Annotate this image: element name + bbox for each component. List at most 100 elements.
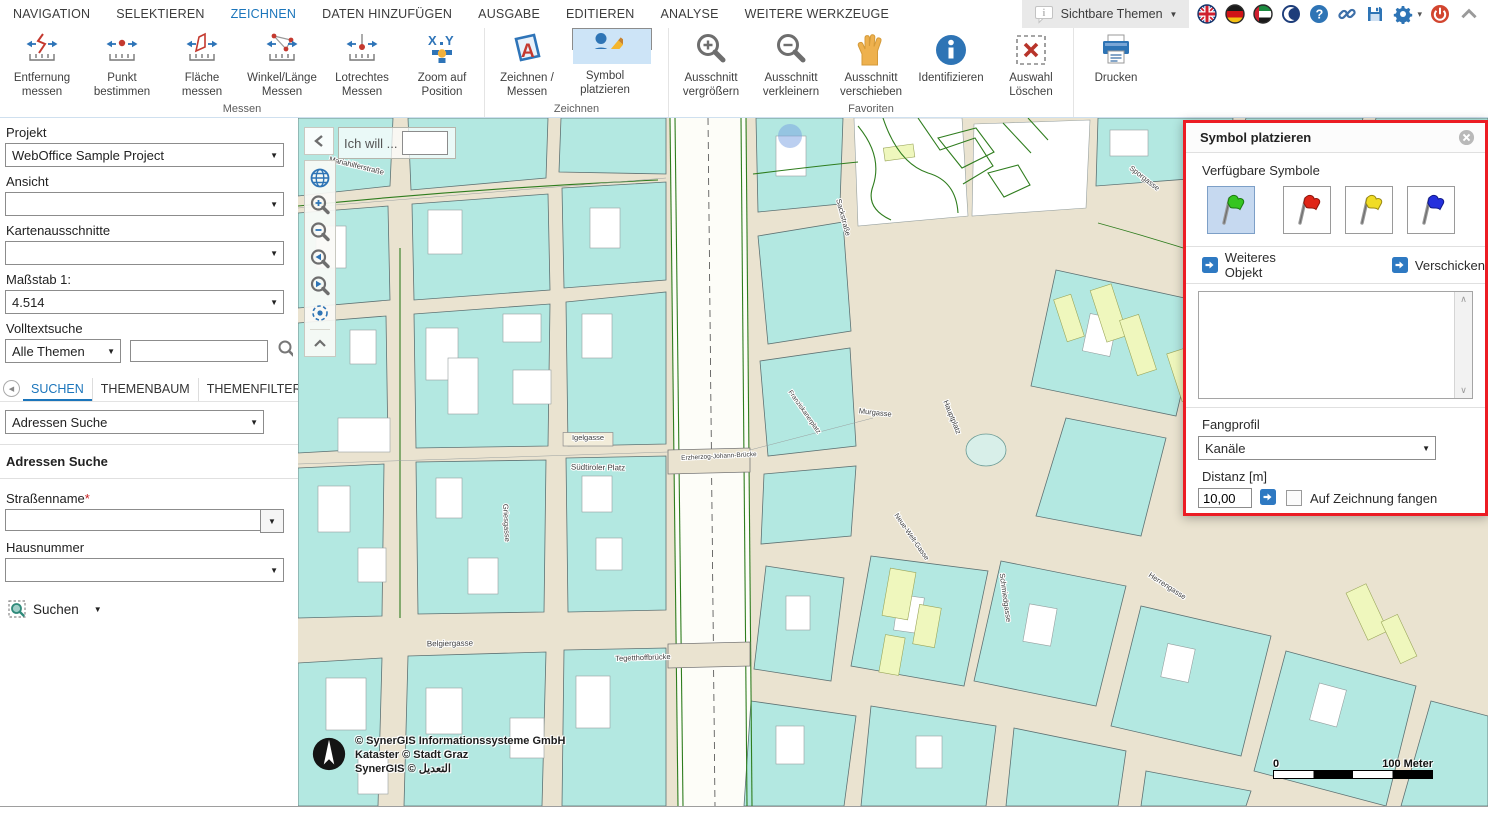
strassenname-label: Straßenname* — [6, 491, 298, 506]
tool-symbol-place[interactable]: Symbol platzieren — [572, 28, 652, 50]
tool-print-tool[interactable]: Drucken — [1076, 28, 1156, 102]
placed-symbols-list[interactable]: ∧∨ — [1198, 291, 1473, 399]
flag-blue-symbol-button[interactable] — [1407, 186, 1455, 234]
tool-label: Ausschnitt verschieben — [833, 71, 909, 100]
svg-text:i: i — [1042, 8, 1045, 19]
gear-icon[interactable] — [1393, 4, 1413, 24]
mzoom-in-icon — [309, 194, 331, 216]
tool-measure-distance[interactable]: Entfernung messen — [2, 28, 82, 102]
menu-item-editieren[interactable]: EDITIEREN — [553, 7, 647, 21]
menu-item-zeichnen[interactable]: ZEICHNEN — [218, 7, 310, 21]
ansicht-select[interactable]: ▼ — [5, 192, 284, 216]
tab-suchen[interactable]: SUCHEN — [23, 378, 93, 401]
projekt-label: Projekt — [6, 125, 298, 140]
tool-pan-tool[interactable]: Ausschnitt verschieben — [831, 28, 911, 102]
fangprofil-select[interactable]: Kanäle▼ — [1198, 436, 1436, 460]
panel-title: Symbol platzieren — [1200, 130, 1311, 145]
next-extent-button[interactable] — [307, 272, 333, 299]
tool-zoom-position[interactable]: XYZoom auf Position — [402, 28, 482, 102]
flag-uk-icon[interactable] — [1197, 4, 1217, 24]
menu-item-daten-hinzuf-gen[interactable]: DATEN HINZUFÜGEN — [309, 7, 465, 21]
flag-yellow-symbol-button[interactable] — [1345, 186, 1393, 234]
menu-item-analyse[interactable]: ANALYSE — [647, 7, 731, 21]
scrollbar[interactable]: ∧∨ — [1454, 292, 1472, 398]
chevron-down-icon: ▼ — [1170, 10, 1178, 19]
collapse-toolbar-icon[interactable] — [1458, 4, 1480, 24]
visible-themes-dropdown[interactable]: i Sichtbare Themen ▼ — [1022, 0, 1190, 28]
tool-zoom-out-tool[interactable]: Ausschnitt verkleinern — [751, 28, 831, 102]
ribbon-group-label: Messen — [2, 102, 482, 117]
zoom-out-button[interactable] — [307, 218, 333, 245]
help-icon[interactable]: ? — [1309, 4, 1329, 24]
map-street-label: Belgiergasse — [427, 639, 474, 649]
chevron-down-icon: ▼ — [270, 200, 278, 209]
menu-items: NAVIGATIONSELEKTIERENZEICHNENDATEN HINZU… — [0, 7, 902, 21]
tool-clear-selection-tool[interactable]: Auswahl Löschen — [991, 28, 1071, 102]
previous-extent-button[interactable] — [307, 245, 333, 272]
flag-red-symbol-button[interactable] — [1283, 186, 1331, 234]
tool-measure-perp[interactable]: Lotrechtes Messen — [322, 28, 402, 102]
available-symbols-label: Verfügbare Symbole — [1202, 163, 1485, 178]
link-weiteres-objekt[interactable]: Weiteres Objekt — [1202, 250, 1316, 280]
flag-green-symbol-button[interactable] — [1207, 186, 1255, 234]
strassenname-input[interactable] — [5, 509, 260, 531]
distanz-input[interactable] — [1198, 488, 1252, 508]
flag-de-icon[interactable] — [1225, 4, 1245, 24]
suchen-button[interactable]: Suchen ▼ — [8, 600, 298, 618]
overview-button[interactable] — [307, 164, 333, 191]
power-icon[interactable] — [1430, 4, 1450, 24]
map-toolbar — [304, 160, 336, 357]
tab-themenfilter[interactable]: THEMENFILTER — [199, 378, 298, 401]
menu-item-selektieren[interactable]: SELEKTIEREN — [103, 7, 217, 21]
tooltip-icon: i — [1034, 4, 1054, 24]
tool-measure-angle[interactable]: Winkel/Länge Messen — [242, 28, 322, 102]
ribbon-group-misc: Drucken — [1074, 28, 1158, 117]
kartenausschnitte-select[interactable]: ▼ — [5, 241, 284, 265]
zoom-in-tool-icon — [693, 32, 729, 68]
tab-themenbaum[interactable]: THEMENBAUM — [93, 378, 199, 401]
menu-item-navigation[interactable]: NAVIGATION — [0, 7, 103, 21]
menu-item-weitere-werkzeuge[interactable]: WEITERE WERKZEUGE — [732, 7, 902, 21]
chevron-down-icon: ▼ — [250, 418, 258, 427]
ich-will-box[interactable]: Ich will ... — [338, 127, 456, 159]
strassenname-dropdown-button[interactable]: ▼ — [260, 509, 284, 533]
link-verschicken[interactable]: Verschicken — [1392, 257, 1485, 273]
chevron-down-icon[interactable]: ▾ — [1417, 9, 1422, 20]
tool-measure-point[interactable]: Punkt bestimmen — [82, 28, 162, 102]
flag-red-icon — [1289, 192, 1325, 228]
collapse-map-toolbar-button[interactable] — [307, 333, 333, 353]
flag-ae-icon[interactable] — [1253, 4, 1273, 24]
tool-measure-area[interactable]: Fläche messen — [162, 28, 242, 102]
volltext-theme-select[interactable]: Alle Themen▼ — [5, 339, 121, 363]
tool-identify-tool[interactable]: Identifizieren — [911, 28, 991, 102]
ribbon-group-zeichnen: AZeichnen / MessenSymbol platzierenZeich… — [485, 28, 669, 117]
crescent-icon[interactable] — [1281, 4, 1301, 24]
required-mark: * — [85, 491, 90, 506]
massstab-select[interactable]: 4.514▼ — [5, 290, 284, 314]
volltext-search-input[interactable] — [130, 340, 268, 362]
scroll-up-icon[interactable]: ∧ — [1460, 294, 1467, 305]
link-icon[interactable] — [1337, 4, 1357, 24]
hausnummer-select[interactable]: ▼ — [5, 558, 284, 582]
tool-draw-measure[interactable]: AZeichnen / Messen — [487, 28, 567, 102]
ribbon-group-favoriten: Ausschnitt vergrößernAusschnitt verklein… — [669, 28, 1074, 117]
close-icon[interactable] — [1458, 129, 1475, 146]
projekt-select[interactable]: WebOffice Sample Project▼ — [5, 143, 284, 167]
search-icon[interactable] — [277, 339, 293, 363]
apply-distance-button[interactable] — [1260, 489, 1278, 507]
tabs-scroll-left-button[interactable]: ◀ — [3, 380, 20, 397]
center-position-button[interactable] — [307, 299, 333, 326]
zoom-in-button[interactable] — [307, 191, 333, 218]
scroll-down-icon[interactable]: ∨ — [1460, 385, 1467, 396]
measure-angle-icon — [264, 32, 300, 68]
save-icon[interactable] — [1365, 4, 1385, 24]
tool-zoom-in-tool[interactable]: Ausschnitt vergrößern — [671, 28, 751, 102]
blue-arrow-icon — [1202, 257, 1218, 273]
search-category-select[interactable]: Adressen Suche▼ — [5, 410, 264, 434]
snap-to-drawing-checkbox[interactable] — [1286, 490, 1302, 506]
menu-item-ausgabe[interactable]: AUSGABE — [465, 7, 553, 21]
divider — [0, 478, 298, 479]
ich-will-input[interactable] — [402, 131, 448, 155]
attribution-line: SynerGIS © التعديل — [355, 763, 565, 777]
sidebar-collapse-button[interactable] — [304, 127, 334, 155]
